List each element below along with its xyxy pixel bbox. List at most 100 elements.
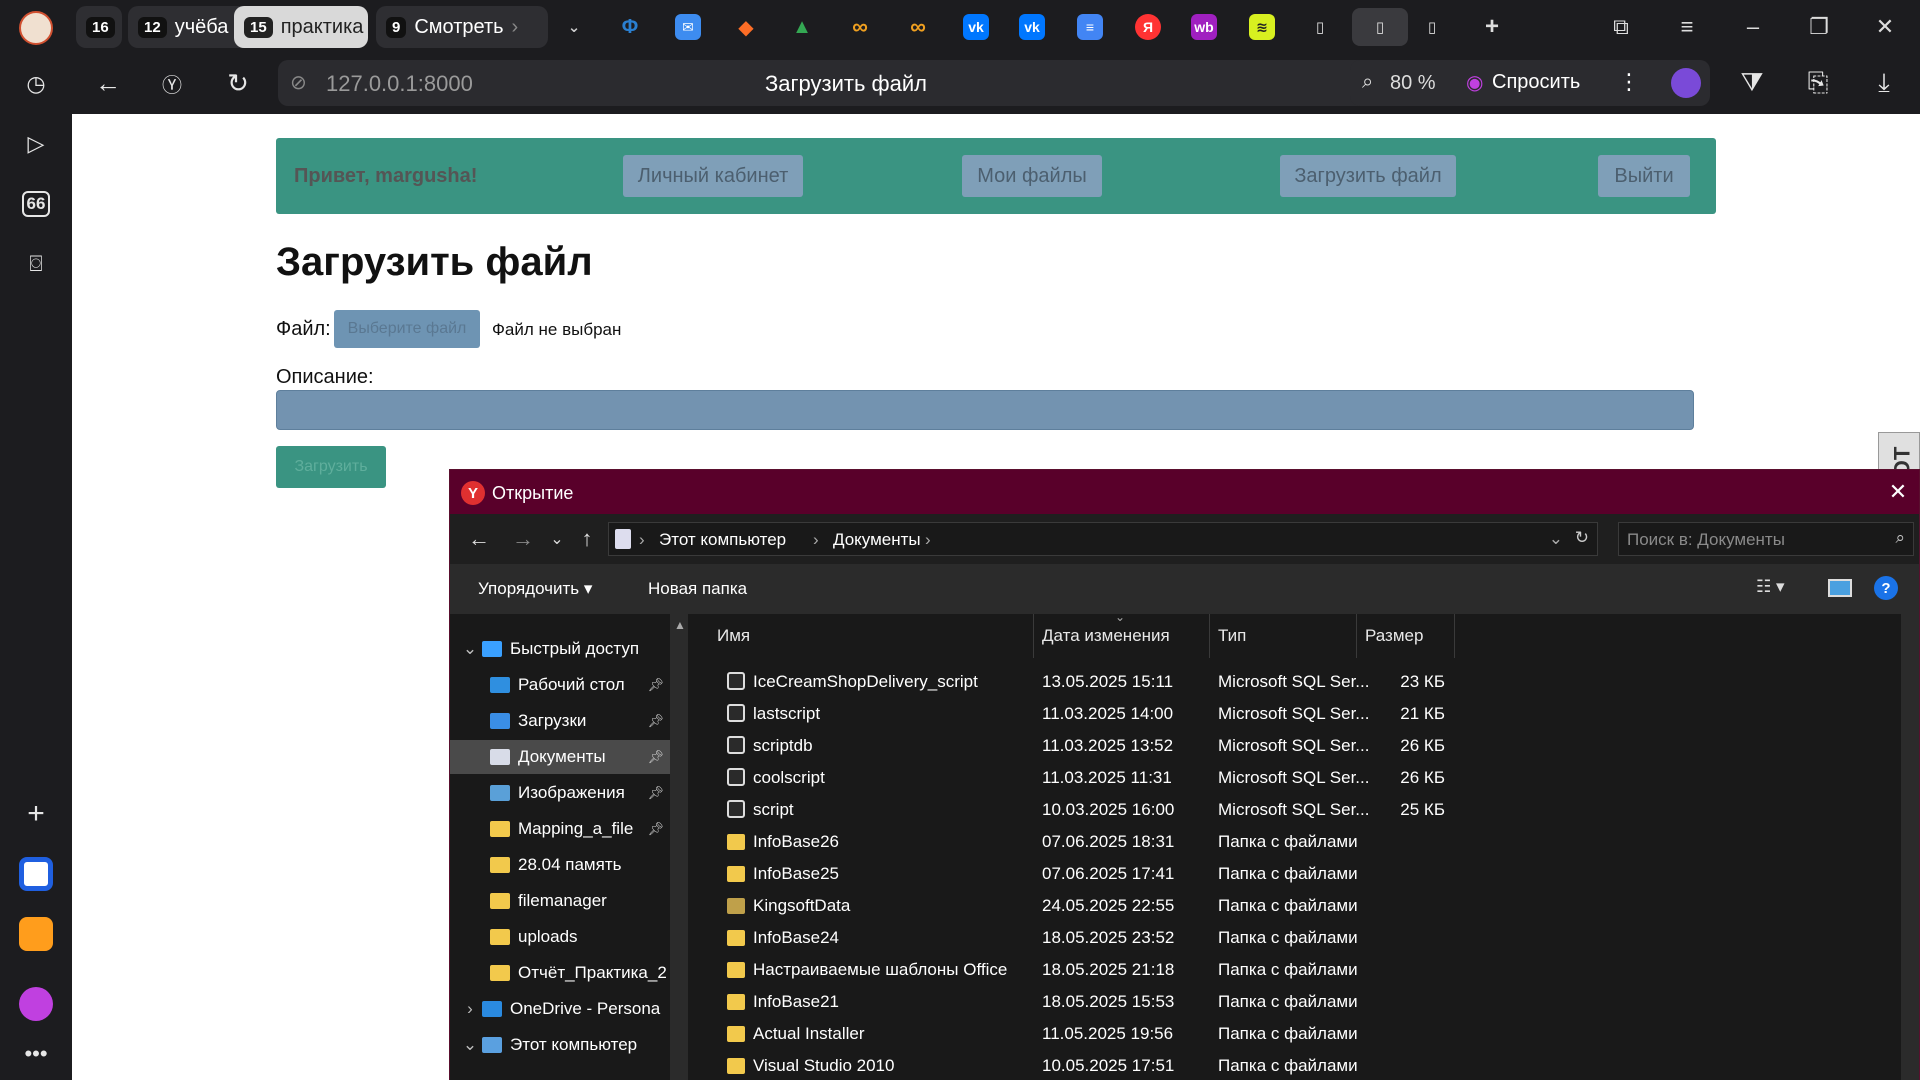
pinned-tab-docs[interactable]: ≡ [1070, 8, 1110, 46]
pinned-tab-gitlab[interactable]: ◆ [726, 8, 766, 46]
file-row[interactable]: Visual Studio 2010 10.05.2025 17:51 Папка … [697, 1050, 1901, 1080]
zoom-level[interactable]: 80 % [1390, 72, 1436, 95]
restore-icon[interactable]: ❐ [1794, 8, 1844, 46]
yandex-home-icon[interactable]: Ⓨ [152, 63, 192, 103]
address-bar[interactable]: ⊘ 127.0.0.1:8000 Загрузить файл 🔖︎ [278, 60, 1414, 106]
tree-item[interactable]: filemanager [450, 884, 670, 918]
extensions-puzzle-icon[interactable]: ⧩ [1732, 63, 1772, 103]
preview-pane-icon[interactable] [1828, 579, 1852, 597]
up-folder-icon[interactable]: ↑ [572, 524, 602, 554]
nav-profile-button[interactable]: Личный кабинет [623, 155, 803, 197]
nav-logout-button[interactable]: Выйти [1598, 155, 1690, 197]
tab-group-watch[interactable]: 9 Смотреть › [376, 6, 548, 48]
pinned-tab-drive[interactable]: ▲ [782, 8, 822, 46]
ask-button[interactable]: Спросить [1492, 71, 1580, 94]
nav-my-files-button[interactable]: Мои файлы [962, 155, 1102, 197]
downloads-icon[interactable]: ⤓ [1864, 63, 1904, 103]
collections-icon[interactable]: ⧉ [1596, 8, 1646, 46]
pinned-tab-page-active[interactable]: ▯ [1352, 8, 1408, 46]
file-row[interactable]: Actual Installer 11.05.2025 19:56 Папка с … [697, 1018, 1901, 1050]
refresh-icon[interactable]: ↻ [1575, 528, 1589, 548]
search-icon[interactable]: ⌕ [1895, 528, 1905, 548]
column-type[interactable]: Тип [1210, 614, 1357, 658]
back-icon[interactable]: ← [88, 63, 128, 103]
file-row[interactable]: IceCreamShopDelivery_script 13.05.2025 15… [697, 666, 1901, 698]
file-row[interactable]: coolscript 11.03.2025 11:31 Microsoft SQL … [697, 762, 1901, 794]
tree-item[interactable]: ⌄ Быстрый доступ [450, 632, 670, 666]
file-row[interactable]: InfoBase25 07.06.2025 17:41 Папка с файлам… [697, 858, 1901, 890]
file-list-scrollbar[interactable] [1901, 614, 1919, 1080]
pinned-tab-infinity-2[interactable]: ∞ [898, 8, 938, 46]
file-row[interactable]: InfoBase26 07.06.2025 18:31 Папка с файлам… [697, 826, 1901, 858]
tree-item[interactable]: 28.04 память [450, 848, 670, 882]
new-folder-button[interactable]: Новая папка [648, 579, 747, 599]
expand-chevron-icon[interactable]: ⌄ [458, 639, 482, 659]
video-play-icon[interactable]: ▷ [16, 124, 56, 164]
pinned-tab-f[interactable]: Φ [610, 8, 650, 46]
scroll-up-icon[interactable]: ▲ [674, 618, 686, 632]
menu-icon[interactable]: ≡ [1662, 8, 1712, 46]
file-row[interactable]: lastscript 11.03.2025 14:00 Microsoft SQL … [697, 698, 1901, 730]
tree-item[interactable]: Изображения 📌︎ [450, 776, 670, 810]
translate-icon[interactable]: ⎘ [1798, 63, 1838, 103]
pinned-tab-vk-1[interactable]: vk [956, 8, 996, 46]
file-row[interactable]: InfoBase21 18.05.2025 15:53 Папка с файлам… [697, 986, 1901, 1018]
history-icon[interactable]: ◷ [16, 64, 56, 104]
description-input[interactable] [276, 390, 1694, 430]
tree-item[interactable]: Рабочий стол 📌︎ [450, 668, 670, 702]
file-row[interactable]: KingsoftData 24.05.2025 22:55 Папка с файл… [697, 890, 1901, 922]
dialog-forward-icon[interactable]: → [508, 524, 538, 554]
pinned-tab-yandex[interactable]: Я [1128, 8, 1168, 46]
file-row[interactable]: InfoBase24 18.05.2025 23:52 Папка с файлам… [697, 922, 1901, 954]
pinned-tab-wildberries[interactable]: wb [1184, 8, 1224, 46]
pinned-tab-page-3[interactable]: ▯ [1412, 8, 1452, 46]
tree-item[interactable]: Отчёт_Практика_2 [450, 956, 670, 990]
alice-assistant-icon[interactable] [16, 984, 56, 1024]
tree-item[interactable]: uploads [450, 920, 670, 954]
organize-menu[interactable]: Упорядочить ▾ [478, 579, 592, 599]
tree-item[interactable]: Загрузки 📌︎ [450, 704, 670, 738]
tree-item[interactable]: ⌄ Этот компьютер [450, 1028, 670, 1062]
view-options-icon[interactable]: ☷ ▾ [1756, 577, 1785, 597]
column-size[interactable]: Размер [1357, 614, 1455, 658]
tree-item[interactable]: › OneDrive - Persona [450, 992, 670, 1026]
zoom-icon[interactable]: ⌕ [1362, 71, 1373, 94]
expand-chevron-icon[interactable]: ⌄ [458, 1035, 482, 1055]
reload-icon[interactable]: ↻ [218, 63, 258, 103]
add-panel-icon[interactable]: + [16, 794, 56, 834]
file-row[interactable]: scriptdb 11.03.2025 13:52 Microsoft SQL Se… [697, 730, 1901, 762]
tabs-dropdown-icon[interactable]: ⌄ [554, 8, 594, 46]
breadcrumb-this-pc[interactable]: Этот компьютер [659, 530, 786, 550]
profile-avatar-icon[interactable] [16, 8, 56, 48]
dialog-search-input[interactable]: Поиск в: Документы ⌕ [1618, 522, 1914, 556]
breadcrumb-documents[interactable]: Документы [833, 530, 921, 550]
more-options-icon[interactable]: ⋮ [1618, 69, 1640, 95]
help-icon[interactable]: ? [1874, 576, 1898, 600]
tree-scrollbar[interactable]: ▲ [670, 614, 688, 1080]
window-close-icon[interactable]: ✕ [1860, 8, 1910, 46]
tree-item[interactable]: Документы 📌︎ [450, 740, 670, 774]
tab-group-16[interactable]: 16 [76, 6, 122, 48]
nav-upload-button[interactable]: Загрузить файл [1280, 155, 1456, 197]
dialog-back-icon[interactable]: ← [464, 524, 494, 554]
notes-icon[interactable]: 66 [16, 184, 56, 224]
pinned-tab-infinity-1[interactable]: ∞ [840, 8, 880, 46]
screenshot-camera-icon[interactable]: ⌼ [16, 244, 56, 284]
tree-item[interactable]: Mapping_a_file 📌︎ [450, 812, 670, 846]
new-tab-icon[interactable]: + [1472, 8, 1512, 46]
minimize-icon[interactable]: – [1728, 8, 1778, 46]
breadcrumb[interactable]: › Этот компьютер › Документы › ⌄ ↻ [608, 522, 1598, 556]
file-row[interactable]: Настраиваемые шаблоны Office 18.05.2025 2… [697, 954, 1901, 986]
dialog-close-icon[interactable]: ✕ [1883, 478, 1913, 506]
address-dropdown-icon[interactable]: ⌄ [1549, 529, 1563, 549]
music-app-icon[interactable] [16, 854, 56, 894]
mail-app-icon[interactable] [16, 914, 56, 954]
pinned-tab-mail[interactable]: ✉ [668, 8, 708, 46]
tab-group-practice[interactable]: 15 практика [234, 6, 368, 48]
pinned-tab-vk-2[interactable]: vk [1012, 8, 1052, 46]
file-row[interactable]: script 10.03.2025 16:00 Microsoft SQL Ser.… [697, 794, 1901, 826]
more-icon[interactable]: ••• [16, 1034, 56, 1074]
pinned-tab-page-1[interactable]: ▯ [1300, 8, 1340, 46]
pinned-tab-green[interactable]: ≋ [1242, 8, 1282, 46]
choose-file-button[interactable]: Выберите файл [334, 310, 480, 348]
